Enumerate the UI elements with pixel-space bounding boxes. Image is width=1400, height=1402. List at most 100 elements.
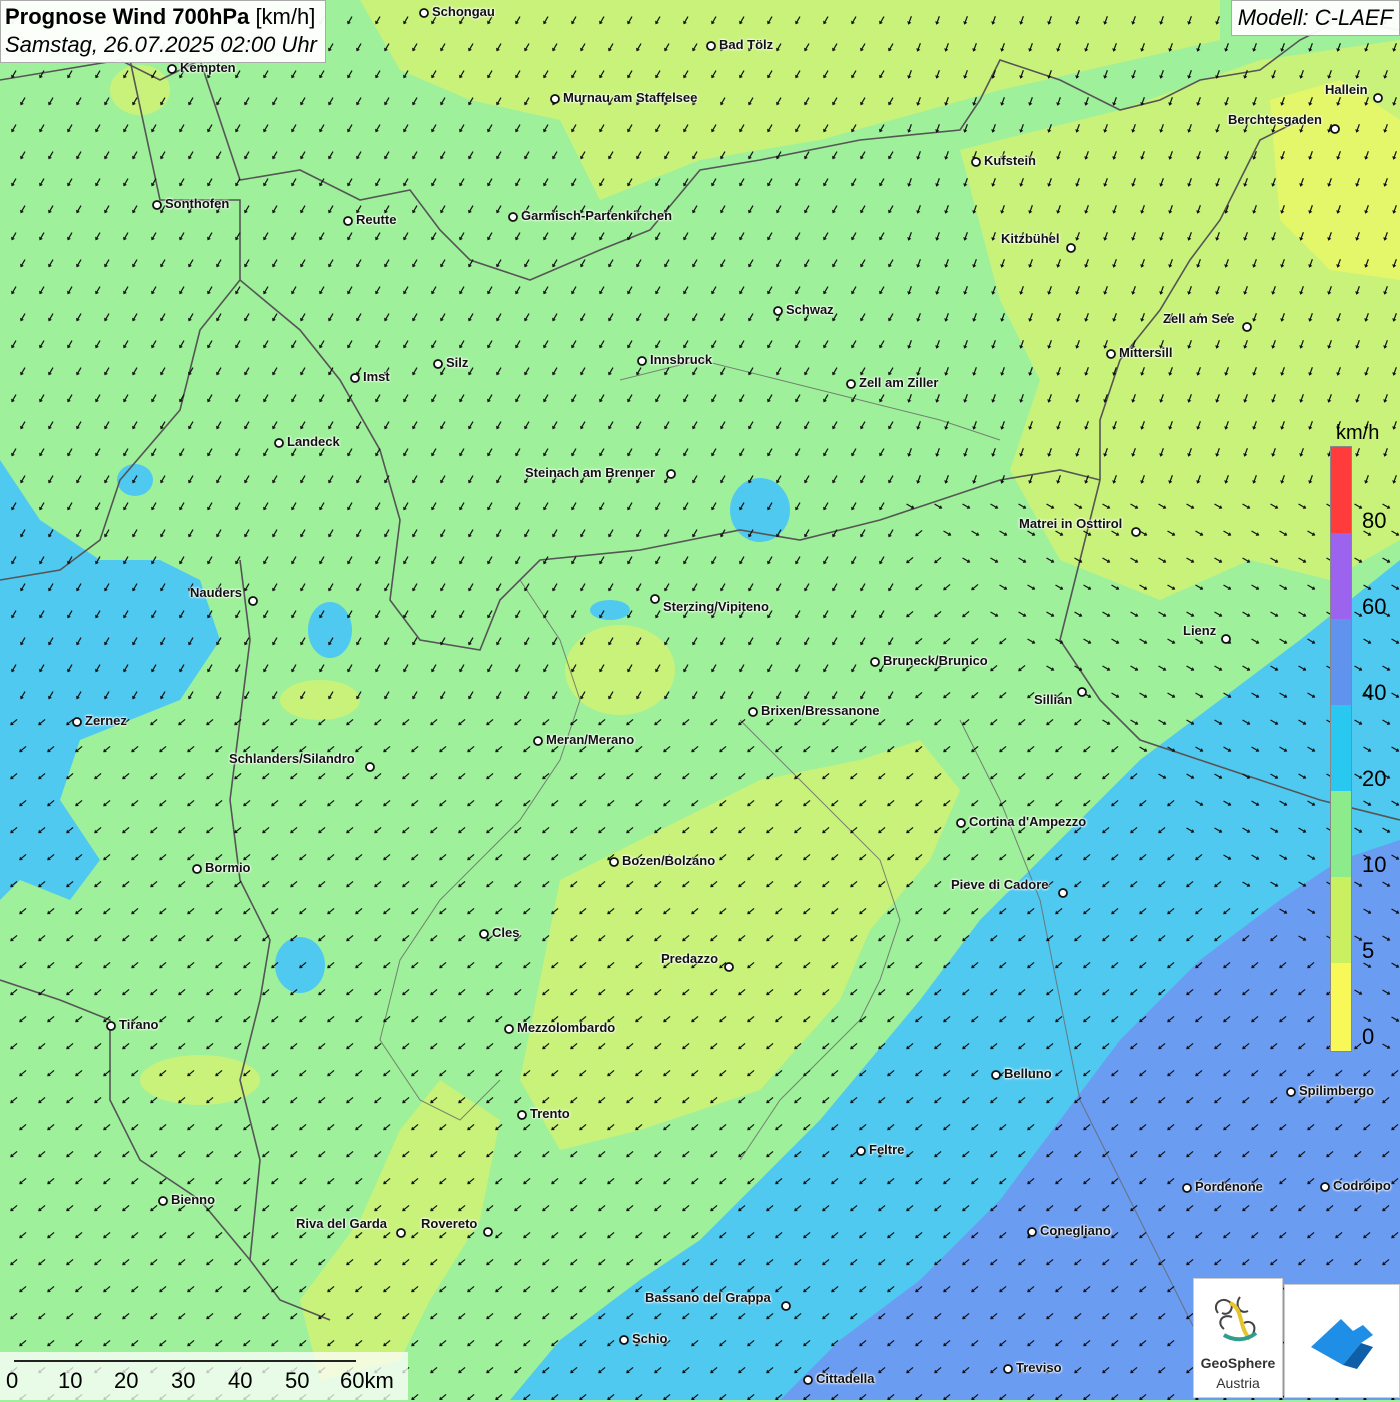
city-label: Reutte (356, 212, 397, 227)
city-marker (419, 8, 429, 18)
city-marker (637, 356, 647, 366)
geosphere-logo-text: GeoSphere (1200, 1355, 1276, 1371)
legend-label: 10 (1362, 852, 1387, 877)
city-label: Bienno (171, 1192, 216, 1207)
geosphere-app-link[interactable] (1284, 1284, 1400, 1398)
forecast-title-main: Prognose Wind 700hPa (5, 4, 250, 29)
city-label: Schwaz (786, 302, 834, 317)
city-label: Belluno (1004, 1066, 1052, 1081)
city-marker (433, 359, 443, 369)
city-label: Tirano (119, 1017, 159, 1032)
city-label: Nauders (190, 585, 243, 600)
city-label: Sonthofen (165, 196, 230, 211)
city-marker (167, 64, 177, 74)
scale-bar: 0 10 20 30 40 50 60km (0, 1352, 408, 1400)
city-marker (343, 216, 353, 226)
city-marker (991, 1070, 1001, 1080)
city-label: Berchtesgaden (1228, 112, 1322, 127)
city-marker (533, 736, 543, 746)
model-label: Modell: C-LAEF (1230, 0, 1400, 36)
city-label: Silz (446, 355, 469, 370)
city-label: Schongau (432, 4, 495, 19)
city-label: Matrei in Osttirol (1019, 516, 1123, 531)
city-marker (1182, 1183, 1192, 1193)
color-legend: km/h 80 60 40 20 10 5 0 (1326, 420, 1398, 1060)
geosphere-logo-icon (1214, 1296, 1258, 1342)
city-label: Predazzo (661, 951, 719, 966)
city-marker (1003, 1364, 1013, 1374)
scale-line (14, 1360, 356, 1362)
legend-segment (1331, 877, 1351, 963)
city-marker (609, 857, 619, 867)
city-marker (479, 929, 489, 939)
city-label: Zernez (85, 713, 127, 728)
legend-label: 20 (1362, 766, 1387, 791)
city-label: Riva del Garda (296, 1216, 388, 1231)
city-marker (274, 438, 284, 448)
legend-segment (1331, 619, 1351, 705)
city-marker (1058, 888, 1068, 898)
city-label: Bozen/Bolzano (622, 853, 716, 868)
city-label: Meran/Merano (546, 732, 635, 747)
city-label: Zell am Ziller (859, 375, 939, 390)
city-label: Conegliano (1040, 1223, 1111, 1238)
city-marker (1320, 1182, 1330, 1192)
city-marker (971, 157, 981, 167)
city-marker (724, 962, 734, 972)
scale-tick: 10 (58, 1368, 83, 1393)
scale-tick: 40 (228, 1368, 253, 1393)
city-label: Pieve di Cadore (951, 877, 1049, 892)
forecast-title: Prognose Wind 700hPa [km/h] (5, 4, 317, 30)
city-label: Bassano del Grappa (645, 1290, 771, 1305)
city-marker (504, 1024, 514, 1034)
city-label: Landeck (287, 434, 340, 449)
geosphere-logo-subtext: Austria (1216, 1375, 1260, 1391)
legend-segment (1331, 963, 1351, 1051)
city-label: Bormio (205, 860, 251, 875)
legend-segment (1331, 705, 1351, 791)
scale-tick: 30 (171, 1368, 196, 1393)
city-marker (1221, 634, 1231, 644)
forecast-title-box: Prognose Wind 700hPa [km/h] Samstag, 26.… (0, 0, 326, 63)
city-label: Trento (530, 1106, 570, 1121)
wind-zone-low-patch (565, 625, 675, 715)
city-marker (483, 1227, 493, 1237)
scale-tick: 0 (6, 1368, 19, 1393)
legend-segment (1331, 447, 1351, 533)
legend-segment (1331, 533, 1351, 619)
city-marker (517, 1110, 527, 1120)
city-label: Feltre (869, 1142, 905, 1157)
city-marker (773, 306, 783, 316)
legend-label: 40 (1362, 680, 1387, 705)
city-label: Hallein (1325, 82, 1368, 97)
city-label: Mezzolombardo (517, 1020, 616, 1035)
legend-label: 5 (1362, 938, 1375, 963)
city-marker (1286, 1087, 1296, 1097)
city-label: Schlanders/Silandro (229, 751, 355, 766)
wind-zone-low-patch (140, 1055, 260, 1105)
city-marker (781, 1301, 791, 1311)
city-label: Innsbruck (650, 352, 713, 367)
legend-label: 60 (1362, 594, 1387, 619)
city-marker (846, 379, 856, 389)
city-label: Bruneck/Brunico (883, 653, 988, 668)
city-marker (1373, 93, 1383, 103)
city-label: Kufstein (984, 153, 1036, 168)
city-marker (803, 1375, 813, 1385)
wind-zone-moderate-patch (308, 602, 352, 658)
city-marker (1066, 243, 1076, 253)
legend-color-bar (1330, 446, 1352, 1052)
legend-label: 80 (1362, 508, 1387, 533)
wind-zone-low-patch (280, 680, 360, 720)
city-marker (1242, 322, 1252, 332)
city-marker (152, 200, 162, 210)
city-marker (350, 373, 360, 383)
city-marker (706, 41, 716, 51)
legend-segment (1331, 791, 1351, 877)
city-marker (870, 657, 880, 667)
city-marker (856, 1146, 866, 1156)
city-marker (248, 596, 258, 606)
city-label: Sterzing/Vipiteno (663, 599, 769, 614)
city-label: Spilimbergo (1299, 1083, 1375, 1098)
geosphere-logo[interactable]: GeoSphere Austria (1193, 1278, 1283, 1398)
